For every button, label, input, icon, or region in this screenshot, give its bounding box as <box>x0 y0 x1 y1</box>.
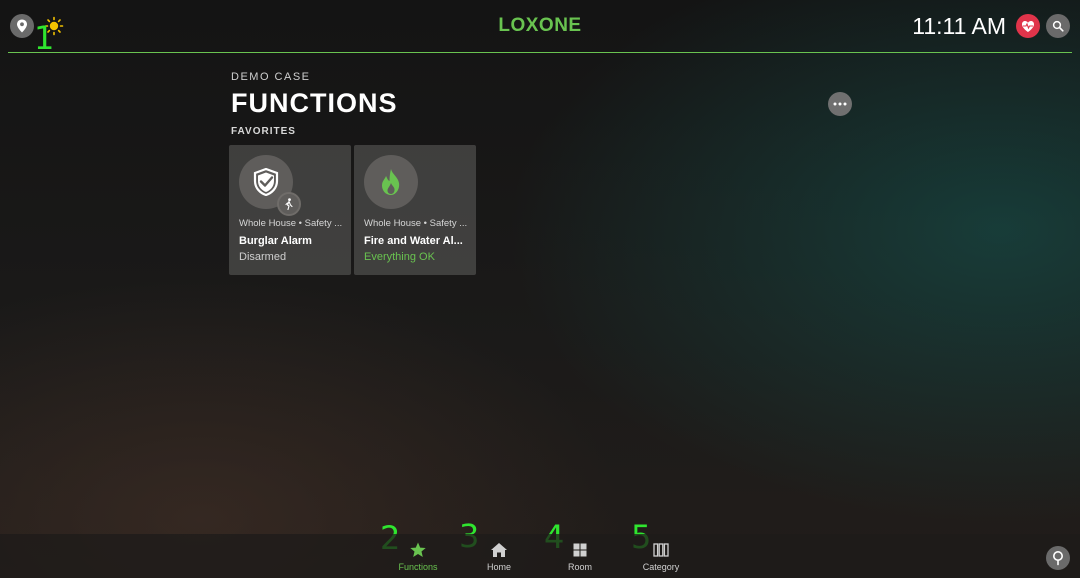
step-marker-1: 1 <box>34 19 55 57</box>
home-icon <box>491 543 507 557</box>
walking-person-icon <box>285 198 293 210</box>
nav-tab-home[interactable]: Home <box>459 542 539 572</box>
card-name: Fire and Water Al... <box>364 235 463 247</box>
lightbulb-pin-icon <box>1053 551 1063 566</box>
card-location: Whole House • Safety ... <box>364 218 468 229</box>
function-card-burglar-alarm[interactable]: Whole House • Safety ... Burglar Alarm D… <box>229 145 351 275</box>
more-dots-icon <box>833 102 847 106</box>
search-button[interactable] <box>1046 14 1070 38</box>
shield-icon <box>253 168 279 196</box>
assistant-button[interactable] <box>1046 546 1070 570</box>
header-divider <box>8 52 1072 53</box>
health-button[interactable] <box>1016 14 1040 38</box>
category-icon <box>653 543 669 557</box>
clock: 11:11 AM <box>912 13 1006 39</box>
nav-label: Category <box>642 562 680 572</box>
nav-tab-category[interactable]: Category <box>621 542 701 572</box>
star-icon <box>410 542 426 557</box>
more-options-button[interactable] <box>828 92 852 116</box>
heart-pulse-icon <box>1022 20 1034 32</box>
nav-tab-room[interactable]: Room <box>540 542 620 572</box>
card-icon-circle <box>364 155 418 209</box>
card-status: Disarmed <box>239 251 287 263</box>
card-status: Everything OK <box>364 251 435 263</box>
nav-label: Home <box>486 562 511 572</box>
top-bar: LOXONE 11:11 AM <box>0 0 1080 52</box>
nav-tab-functions[interactable]: Functions <box>378 542 458 572</box>
nav-label: Room <box>567 562 592 572</box>
flame-icon <box>382 169 400 195</box>
page-title: FUNCTIONS <box>231 88 398 118</box>
presence-badge <box>277 192 301 216</box>
search-icon <box>1052 20 1064 32</box>
function-card-fire-water-alarm[interactable]: Whole House • Safety ... Fire and Water … <box>354 145 476 275</box>
favorites-section-label: FAVORITES <box>231 126 296 137</box>
page-supertitle: DEMO CASE <box>231 71 311 83</box>
card-location: Whole House • Safety ... <box>239 218 343 229</box>
card-name: Burglar Alarm <box>239 235 312 247</box>
room-grid-icon <box>573 543 587 557</box>
nav-label: Functions <box>398 562 438 572</box>
